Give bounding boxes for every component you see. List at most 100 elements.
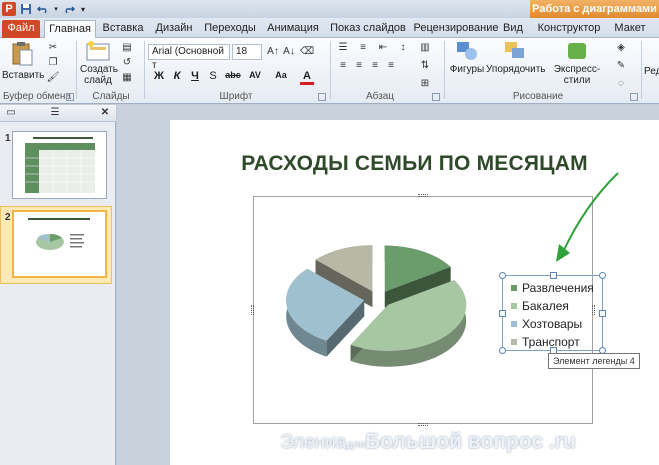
watermark-part-3: Большой вопрос .ru (365, 430, 576, 453)
arrange-label: Упорядочить (486, 64, 546, 75)
legend-handle[interactable] (499, 310, 506, 317)
outline-tab-icon[interactable]: ☰ (48, 107, 62, 119)
shape-effects-icon[interactable]: ◌ (614, 78, 628, 90)
slides-tab-icon[interactable]: ▭ (4, 107, 18, 119)
shape-outline-icon[interactable]: ✎ (614, 60, 628, 72)
slide-canvas[interactable]: РАСХОДЫ СЕМЬИ ПО МЕСЯЦАМ Развлечения Бака… (170, 120, 659, 465)
legend-label: Развлечения (522, 281, 594, 295)
frame-grip-left[interactable] (251, 305, 254, 315)
save-icon[interactable] (19, 2, 33, 16)
shape-fill-icon[interactable]: ◈ (614, 42, 628, 54)
underline-button[interactable]: Ч (188, 70, 202, 82)
title-bar: P ▾ ▾ Работа с диаграммами (0, 0, 659, 18)
frame-grip-top[interactable] (418, 194, 428, 197)
legend-handle[interactable] (550, 272, 557, 279)
line-spacing-icon[interactable]: ↕ (396, 42, 410, 54)
align-right-icon[interactable]: ≡ (368, 60, 382, 72)
change-case-button[interactable]: Aa (272, 70, 290, 80)
paste-button[interactable]: Вставить (2, 40, 44, 81)
copy-icon[interactable]: ❐ (46, 57, 60, 69)
drawing-launcher-icon[interactable] (630, 93, 638, 101)
shapes-button[interactable]: Фигуры (448, 40, 486, 75)
tab-home[interactable]: Главная (44, 20, 96, 39)
tab-slideshow[interactable]: Показ слайдов (328, 20, 408, 38)
tab-view[interactable]: Вид (501, 20, 525, 38)
shrink-font-icon[interactable]: A↓ (282, 46, 296, 58)
smartart-icon[interactable]: ⊞ (418, 78, 432, 90)
panel-tabs: ▭ ☰ ✕ (0, 105, 116, 122)
group-label-paragraph: Абзац (365, 91, 395, 102)
thumb-number-2: 2 (5, 212, 11, 223)
legend-entry[interactable]: Бакалея (511, 300, 569, 313)
legend-handle[interactable] (599, 272, 606, 279)
customize-qat-icon[interactable]: ▾ (79, 2, 87, 16)
new-slide-icon (86, 41, 110, 61)
frame-grip-bottom[interactable] (418, 423, 428, 426)
tab-design[interactable]: Дизайн (151, 20, 197, 38)
font-launcher-icon[interactable] (318, 93, 326, 101)
quick-styles-button[interactable]: Экспресс-стили (544, 40, 610, 86)
editing-group-cut-label[interactable]: Ред (644, 66, 659, 77)
bullets-icon[interactable]: ☰ (336, 42, 350, 54)
arrange-button[interactable]: Упорядочить (486, 40, 546, 75)
text-direction-icon[interactable]: ⇅ (418, 60, 432, 72)
watermark-part-2: для (346, 439, 366, 451)
clear-format-icon[interactable]: ⌫ (300, 46, 314, 58)
chart-selection-frame[interactable]: Развлечения Бакалея Хозтовары Транспорт (251, 194, 606, 426)
layout-icon[interactable]: ▤ (120, 42, 134, 54)
grow-font-icon[interactable]: A↑ (266, 46, 280, 58)
decrease-indent-icon[interactable]: ⇤ (376, 42, 390, 54)
tab-chart-layout[interactable]: Макет (610, 20, 650, 38)
legend-handle[interactable] (499, 347, 506, 354)
justify-icon[interactable]: ≡ (384, 60, 398, 72)
legend-handle[interactable] (499, 272, 506, 279)
quick-styles-label: Экспресс-стили (553, 64, 601, 86)
tab-animation[interactable]: Анимация (263, 20, 323, 38)
tab-transitions[interactable]: Переходы (203, 20, 257, 38)
font-size-select[interactable]: 18 (232, 44, 262, 60)
legend-tooltip: Элемент легенды 4 (548, 353, 640, 369)
strikethrough-button[interactable]: abc (224, 70, 242, 80)
char-spacing-button[interactable]: AV (246, 70, 264, 80)
undo-icon[interactable] (36, 2, 50, 16)
slide-title[interactable]: РАСХОДЫ СЕМЬИ ПО МЕСЯЦАМ (170, 152, 659, 176)
legend-entry[interactable]: Хозтовары (511, 318, 582, 331)
legend-entry[interactable]: Транспорт (511, 336, 580, 349)
dropdown-arrow-icon[interactable]: ▾ (53, 2, 59, 16)
close-panel-icon[interactable]: ✕ (98, 107, 112, 119)
pie-chart-plot[interactable] (258, 207, 498, 407)
align-center-icon[interactable]: ≡ (352, 60, 366, 72)
group-separator (76, 41, 77, 99)
redo-icon[interactable] (62, 2, 76, 16)
bold-button[interactable]: Ж (152, 70, 166, 82)
font-name-select[interactable]: Arial (Основной т (148, 44, 230, 71)
align-left-icon[interactable]: ≡ (336, 60, 350, 72)
format-painter-icon[interactable]: 🖌 (46, 72, 60, 84)
reset-icon[interactable]: ↺ (120, 57, 134, 69)
tab-insert[interactable]: Вставка (100, 20, 146, 38)
tab-review[interactable]: Рецензирование (412, 20, 500, 38)
clipboard-launcher-icon[interactable] (66, 93, 74, 101)
slide-2-preview (28, 218, 90, 250)
italic-button[interactable]: К (170, 70, 184, 82)
legend-entry[interactable]: Развлечения (511, 282, 594, 295)
shadow-button[interactable]: S (206, 70, 220, 82)
legend-handle[interactable] (599, 310, 606, 317)
group-separator (641, 41, 642, 99)
ribbon: Вставить ✂ ❐ 🖌 Буфер обмена Создать слай… (0, 38, 659, 104)
tab-chart-design[interactable]: Конструктор (536, 20, 602, 38)
cut-icon[interactable]: ✂ (46, 42, 60, 54)
chart-legend[interactable]: Развлечения Бакалея Хозтовары Транспорт (499, 272, 606, 354)
slide-thumbnail-1[interactable] (12, 131, 107, 199)
tab-file[interactable]: Файл (2, 20, 40, 38)
new-slide-button[interactable]: Создать слайд (80, 40, 119, 86)
columns-icon[interactable]: ▥ (418, 42, 432, 54)
font-color-button[interactable]: A (300, 70, 314, 85)
paragraph-launcher-icon[interactable] (432, 93, 440, 101)
section-icon[interactable]: ▦ (120, 72, 134, 84)
numbering-icon[interactable]: ≡ (356, 42, 370, 54)
new-slide-label-1: Создать (80, 64, 119, 75)
powerpoint-app-icon[interactable]: P (2, 2, 16, 16)
slide-thumbnail-2[interactable] (12, 210, 107, 278)
shapes-icon (457, 42, 477, 60)
